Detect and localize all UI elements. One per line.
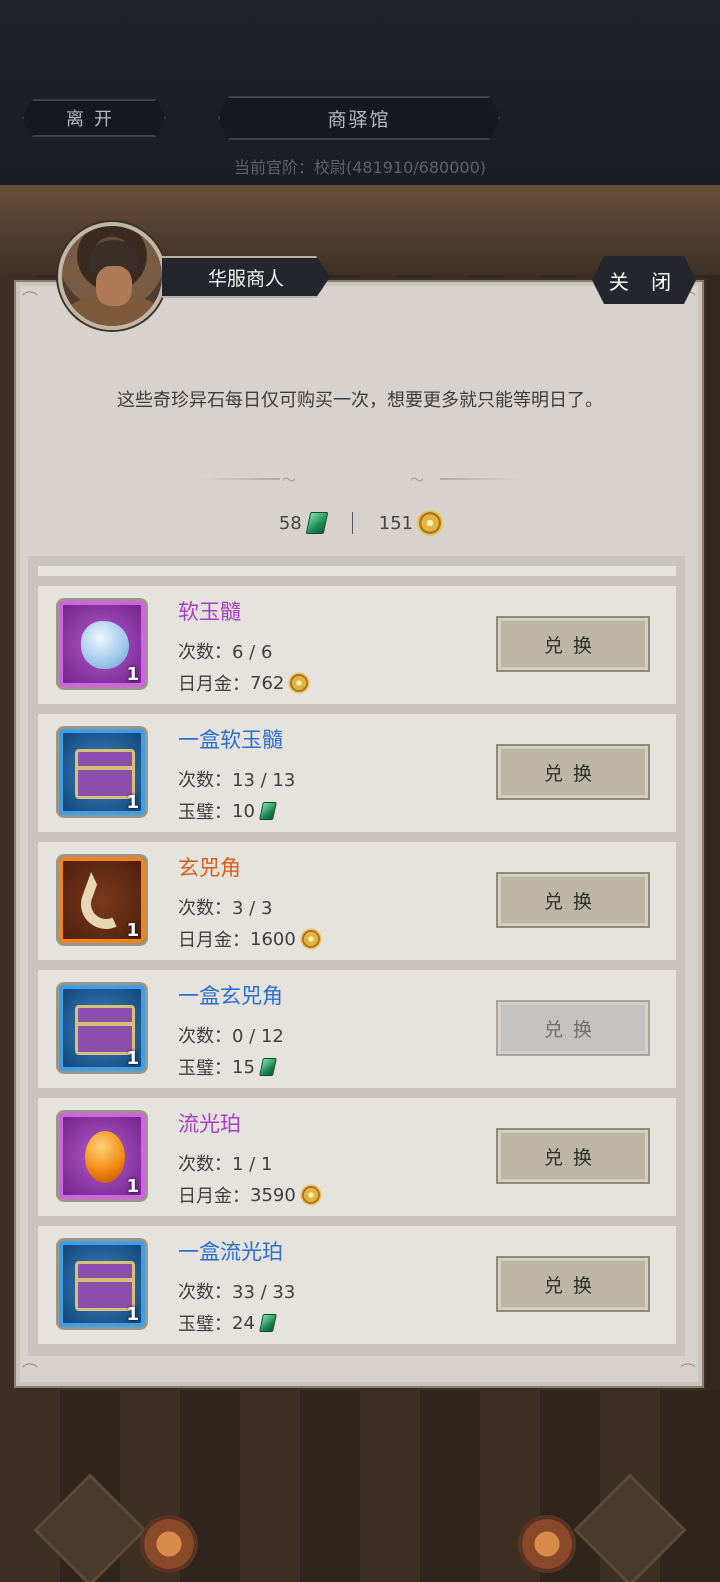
shop-item: 1 软玉髓 次数：6 / 6 日月金： 762 兑换 [38, 586, 676, 704]
item-purchase-count: 次数：13 / 13 [178, 770, 296, 791]
item-icon-frame[interactable]: 1 [56, 598, 148, 690]
cost-value: 10 [232, 800, 255, 822]
corner-ornament-icon: ⌒ [22, 1362, 39, 1381]
item-quantity: 1 [126, 1304, 139, 1325]
shop-item: 1 一盒玄兕角 次数：0 / 12 玉璧： 15 兑换 [38, 970, 676, 1088]
exchange-button[interactable]: 兑换 [496, 616, 650, 672]
item-name: 软玉髓 [178, 600, 241, 624]
exchange-button[interactable]: 兑换 [496, 1128, 650, 1184]
cost-value: 24 [232, 1312, 255, 1334]
exchange-button-disabled: 兑换 [496, 1000, 650, 1056]
cost-label: 玉璧： [178, 1314, 232, 1335]
jade-balance: 58 [278, 512, 302, 534]
item-name: 一盒玄兕角 [178, 984, 283, 1008]
cost-label: 玉璧： [178, 1058, 232, 1079]
corner-ornament-icon: ⌒ [679, 1362, 696, 1381]
divider-ornament-icon: 〜 [282, 473, 296, 489]
cost-value: 762 [250, 672, 285, 694]
close-button[interactable]: 关 闭 [592, 256, 696, 304]
item-quantity: 1 [126, 1048, 139, 1069]
gold-balance: 151 [378, 512, 414, 534]
item-icon-frame[interactable]: 1 [56, 854, 148, 946]
item-icon-frame[interactable]: 1 [56, 1110, 148, 1202]
item-purchase-count: 次数：6 / 6 [178, 642, 273, 663]
leave-button[interactable]: 离开 [22, 99, 166, 137]
gold-coin-icon [290, 674, 309, 692]
item-cost: 玉璧： 24 [178, 1310, 277, 1336]
divider-ornament-icon: 〜 [410, 473, 424, 489]
jade-icon [258, 1314, 277, 1332]
list-scroll-edge [38, 566, 676, 576]
divider-line [440, 478, 520, 480]
currency-separator [351, 512, 353, 534]
cost-value: 3590 [250, 1184, 296, 1206]
cost-label: 玉璧： [178, 802, 232, 823]
item-quantity: 1 [126, 1176, 139, 1197]
item-quantity: 1 [126, 792, 139, 813]
currency-bar: 58 151 [0, 512, 720, 534]
item-name: 一盒流光珀 [178, 1240, 283, 1264]
jade-icon [305, 512, 329, 534]
cost-value: 15 [232, 1056, 255, 1078]
merchant-avatar [58, 222, 166, 330]
shop-item: 1 一盒软玉髓 次数：13 / 13 玉璧： 10 兑换 [38, 714, 676, 832]
page-title: 商驿馆 [218, 96, 500, 140]
merchant-name-tag: 华服商人 [162, 256, 330, 298]
item-purchase-count: 次数：1 / 1 [178, 1154, 273, 1175]
item-icon-frame[interactable]: 1 [56, 1238, 148, 1330]
item-cost: 日月金： 1600 [178, 926, 320, 952]
item-name: 一盒软玉髓 [178, 728, 283, 752]
merchant-message: 这些奇珍异石每日仅可购买一次，想要更多就只能等明日了。 [117, 390, 603, 411]
item-quantity: 1 [126, 920, 139, 941]
item-quantity: 1 [126, 664, 139, 685]
item-icon-frame[interactable]: 1 [56, 726, 148, 818]
exchange-button[interactable]: 兑换 [496, 872, 650, 928]
blue-jade-stone-icon [81, 621, 129, 669]
rank-status-text: 当前官阶：校尉(481910/680000) [233, 158, 487, 177]
item-purchase-count: 次数：0 / 12 [178, 1026, 284, 1047]
exchange-button[interactable]: 兑换 [496, 744, 650, 800]
cost-label: 日月金： [178, 930, 250, 951]
item-name: 流光珀 [178, 1112, 241, 1136]
shop-item: 1 流光珀 次数：1 / 1 日月金： 3590 兑换 [38, 1098, 676, 1216]
item-cost: 玉璧： 15 [178, 1054, 277, 1080]
gold-coin-icon [419, 512, 442, 534]
item-cost: 日月金： 762 [178, 670, 309, 696]
item-purchase-count: 次数：33 / 33 [178, 1282, 296, 1303]
cost-label: 日月金： [178, 674, 250, 695]
flower-decoration [518, 1515, 576, 1573]
shop-item: 1 一盒流光珀 次数：33 / 33 玉璧： 24 兑换 [38, 1226, 676, 1344]
flower-decoration [140, 1515, 198, 1573]
cost-label: 日月金： [178, 1186, 250, 1207]
item-icon-frame[interactable]: 1 [56, 982, 148, 1074]
corner-ornament-icon: ⌒ [22, 290, 39, 309]
item-purchase-count: 次数：3 / 3 [178, 898, 273, 919]
item-cost: 玉璧： 10 [178, 798, 277, 824]
gold-coin-icon [301, 930, 320, 948]
item-cost: 日月金： 3590 [178, 1182, 320, 1208]
shop-item: 1 玄兕角 次数：3 / 3 日月金： 1600 兑换 [38, 842, 676, 960]
divider-line [200, 478, 280, 480]
avatar-face [96, 266, 132, 306]
gold-coin-icon [301, 1186, 320, 1204]
amber-gem-icon [85, 1131, 125, 1183]
exchange-button[interactable]: 兑换 [496, 1256, 650, 1312]
item-name: 玄兕角 [178, 856, 241, 880]
cost-value: 1600 [250, 928, 296, 950]
jade-icon [258, 802, 277, 820]
jade-icon [258, 1058, 277, 1076]
